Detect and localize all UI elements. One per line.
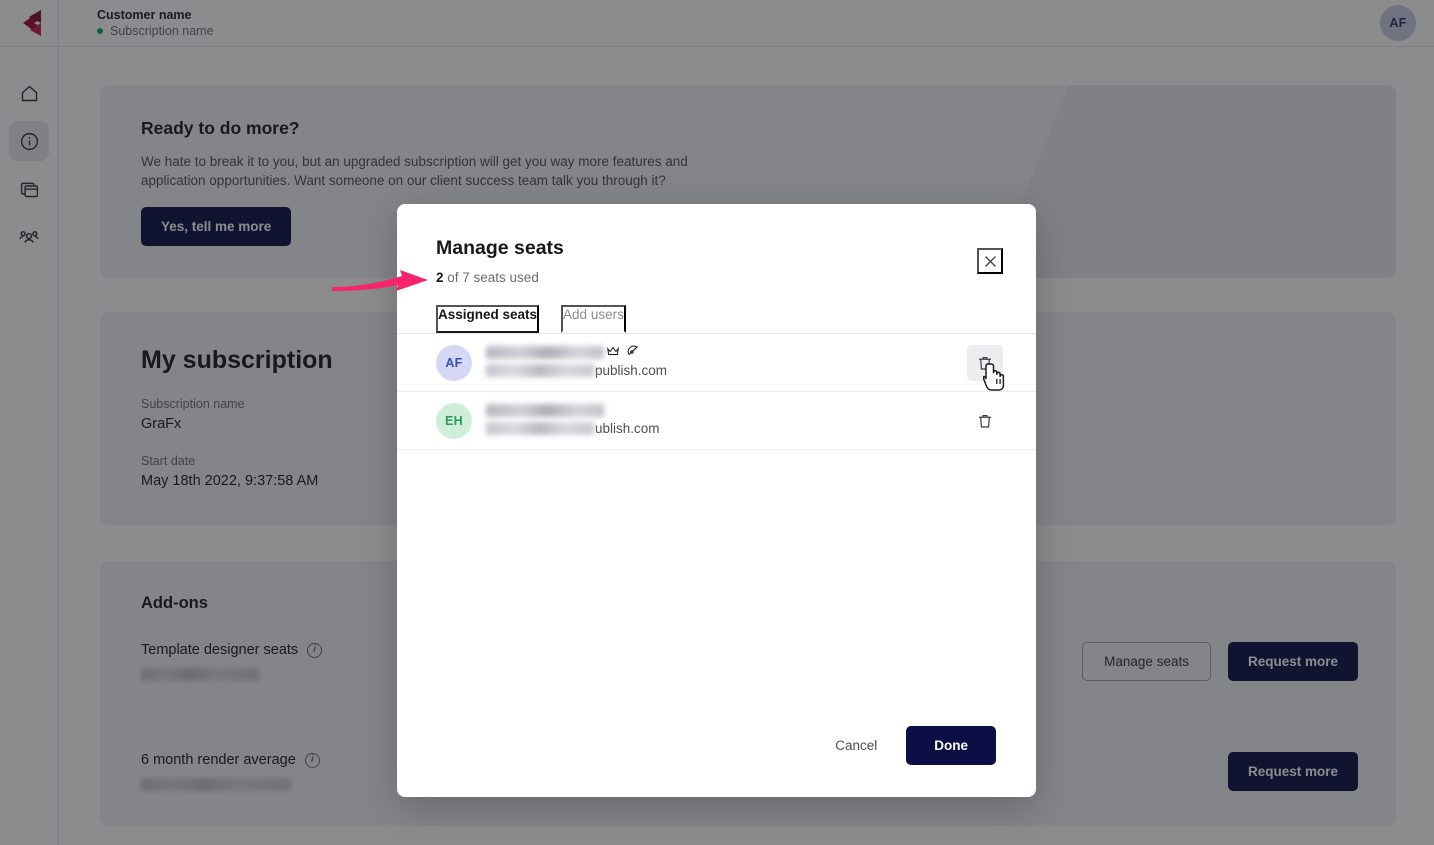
- modal-tabs: Assigned seats Add users: [397, 305, 1036, 334]
- done-button[interactable]: Done: [906, 726, 996, 765]
- seat-email: publish.com: [486, 363, 667, 378]
- seat-role-badges: [606, 344, 640, 358]
- email-domain: ublish.com: [595, 420, 660, 436]
- seats-used-text: 2 of 7 seats used: [436, 270, 998, 285]
- assigned-seats-list: AF publish.com EH ublish.com: [397, 334, 1036, 726]
- email-prefix-redacted: [486, 363, 594, 377]
- seat-info: publish.com: [486, 344, 967, 382]
- delete-seat-button[interactable]: [967, 403, 1003, 439]
- trash-icon: [979, 414, 991, 428]
- delete-seat-button[interactable]: [967, 344, 1005, 391]
- annotation-arrow: [332, 270, 428, 291]
- seat-email: ublish.com: [486, 421, 660, 436]
- crown-icon: [606, 346, 620, 355]
- seats-used-count: 2: [436, 270, 444, 285]
- cancel-button[interactable]: Cancel: [823, 726, 889, 765]
- modal-header: Manage seats 2 of 7 seats used: [397, 204, 1036, 285]
- app-root: Customer name Subscription name AF Ready…: [0, 0, 1434, 845]
- email-prefix-redacted: [486, 421, 594, 435]
- seat-row: EH ublish.com: [397, 392, 1036, 450]
- seat-row: AF publish.com: [397, 334, 1036, 392]
- modal-title: Manage seats: [436, 237, 564, 259]
- avatar: AF: [436, 344, 472, 381]
- close-button[interactable]: [977, 248, 1003, 274]
- seat-info: ublish.com: [486, 402, 967, 440]
- tab-add-users[interactable]: Add users: [561, 305, 626, 333]
- seat-name-redacted: [486, 345, 604, 359]
- seat-name-redacted: [486, 403, 604, 417]
- close-icon: [984, 255, 996, 267]
- modal-footer: Cancel Done: [397, 726, 1036, 797]
- manage-seats-modal: Manage seats 2 of 7 seats used Assigned …: [397, 204, 1036, 797]
- tab-assigned-seats[interactable]: Assigned seats: [436, 305, 540, 333]
- trash-icon: [979, 356, 991, 370]
- pen-nib-icon: [627, 345, 639, 355]
- email-domain: publish.com: [595, 362, 668, 378]
- seats-used-suffix: of 7 seats used: [443, 270, 539, 285]
- avatar: EH: [436, 402, 472, 439]
